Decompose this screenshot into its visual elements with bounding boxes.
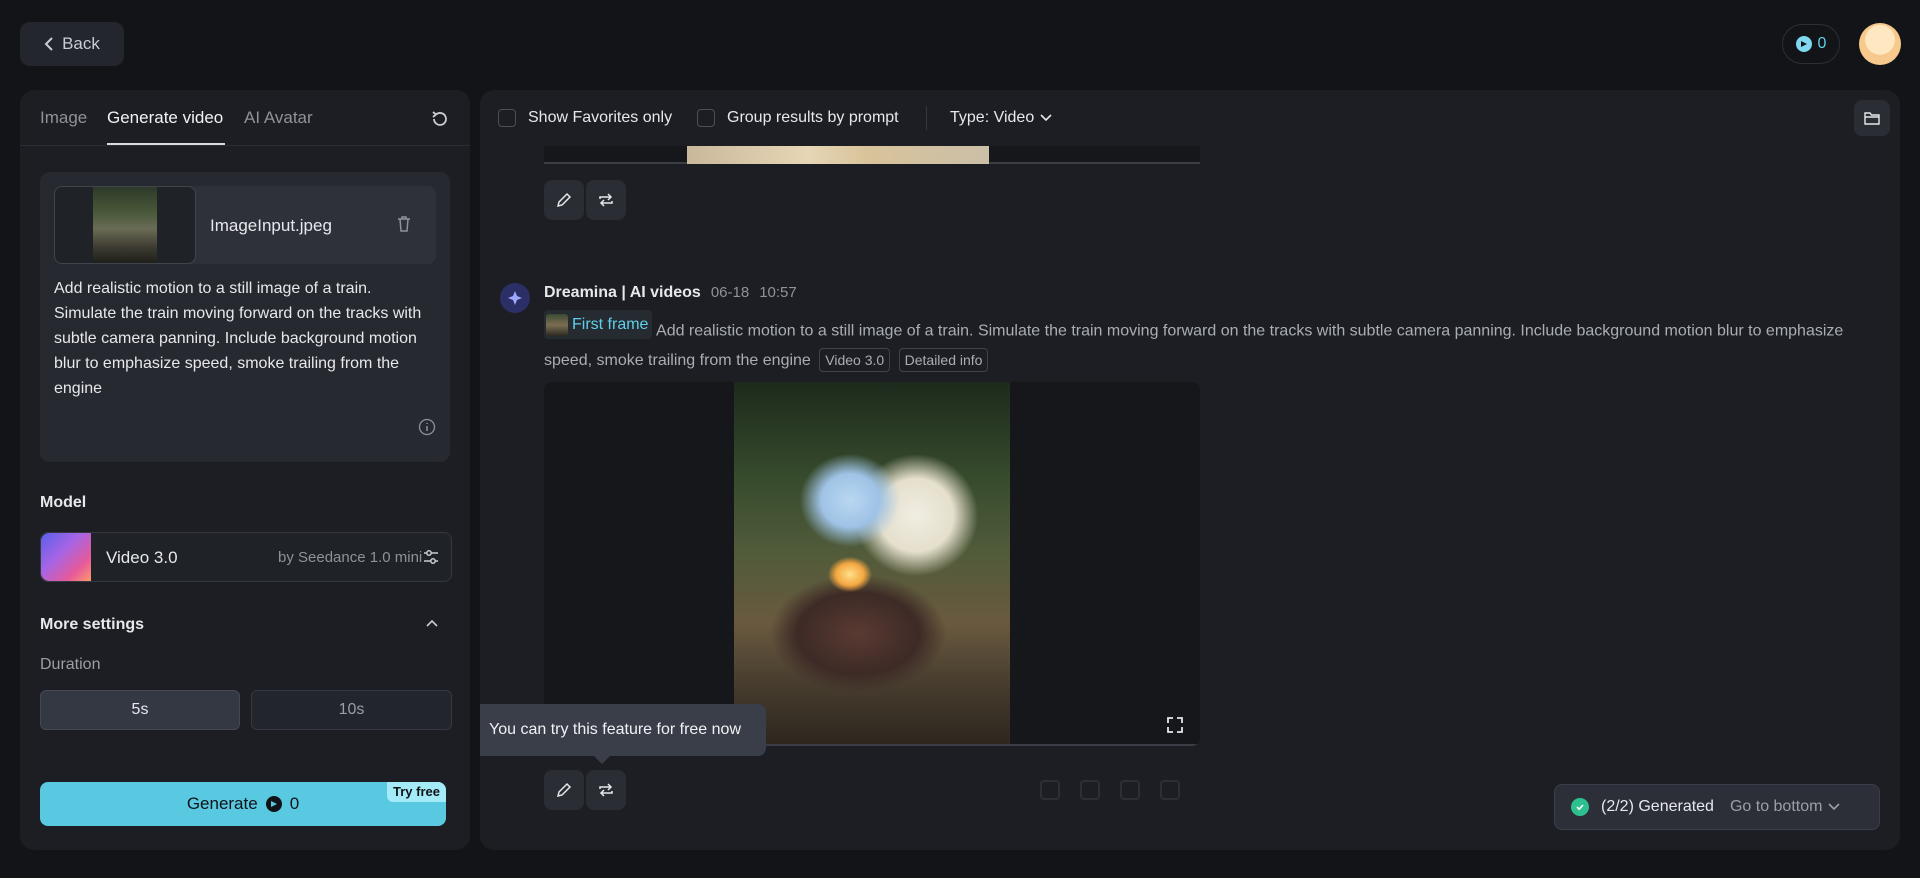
file-name: ImageInput.jpeg [210,216,332,235]
message-sender: Dreamina | AI videos [544,284,701,301]
duration-10s-button[interactable]: 10s [251,690,452,730]
generate-label: Generate [186,794,258,813]
top-bar: Back 0 [0,0,1920,88]
previous-result-image [687,146,989,164]
go-to-bottom-link[interactable]: Go to bottom [1730,798,1841,816]
generate-cost: 0 [289,794,300,813]
previous-result-video[interactable] [544,146,1200,164]
more-settings-toggle[interactable]: More settings [40,616,144,634]
sliders-icon[interactable] [421,547,441,567]
back-label: Back [62,34,100,53]
tab-generate-video[interactable]: Generate video [107,108,223,128]
check-icon [1571,798,1589,816]
favorites-label[interactable]: Show Favorites only [528,109,672,127]
refresh-icon[interactable] [429,108,451,130]
edit-button[interactable] [544,770,584,810]
regenerate-button[interactable] [586,770,626,810]
duration-5s-button[interactable]: 5s [40,690,240,730]
model-thumbnail-icon [41,533,91,581]
fullscreen-icon[interactable] [1166,716,1184,734]
result-video[interactable] [544,382,1200,746]
faded-icon [1160,780,1180,800]
repeat-icon [599,783,613,797]
prompt-input[interactable]: Add realistic motion to a still image of… [54,276,434,401]
chevron-down-icon [1040,114,1052,122]
free-feature-tooltip: You can try this feature for free now [480,704,766,764]
message-header: Dreamina | AI videos 06-18 10:57 [544,284,797,302]
faded-icon [1080,780,1100,800]
chevron-up-icon[interactable] [424,616,440,632]
tab-ai-avatar[interactable]: AI Avatar [244,108,313,128]
credit-icon [265,796,282,812]
mode-tabs: Image Generate video AI Avatar [20,90,470,146]
model-heading: Model [40,494,87,511]
divider [926,106,927,130]
type-dropdown-label: Type: Video [950,109,1035,126]
favorites-checkbox[interactable] [498,109,516,127]
group-label[interactable]: Group results by prompt [727,109,899,127]
folder-button[interactable] [1854,100,1890,136]
credits-badge[interactable]: 0 [1782,24,1840,64]
train-thumbnail-image [93,187,157,263]
model-name: Video 3.0 [106,548,178,567]
chevron-down-icon [1828,803,1841,811]
results-panel: Show Favorites only Group results by pro… [480,90,1900,850]
first-frame-thumbnail [546,313,568,336]
train-video-frame [734,382,1010,746]
image-thumbnail[interactable] [54,186,196,264]
bot-avatar [500,283,530,313]
type-dropdown[interactable]: Type: Video [950,109,1052,127]
folder-icon [1864,112,1880,125]
generation-panel: Image Generate video AI Avatar ImageInpu… [20,90,470,850]
back-button[interactable]: Back [20,22,124,66]
faded-action-icons [1040,780,1180,800]
pencil-icon [556,782,572,798]
prompt-card: ImageInput.jpeg Add realistic motion to … [40,172,450,462]
chevron-left-icon [44,37,53,51]
tab-image[interactable]: Image [40,108,87,128]
generate-button[interactable]: Generate 0 Try free [40,782,446,826]
sparkle-icon [508,291,522,305]
try-free-badge: Try free [387,782,446,802]
model-tag: Video 3.0 [819,347,891,372]
model-provider: by Seedance 1.0 mini [278,549,423,566]
first-frame-label: First frame [572,316,649,333]
filter-bar: Show Favorites only Group results by pro… [480,90,1900,146]
info-icon[interactable] [418,418,436,436]
message-prompt: Add realistic motion to a still image of… [544,322,1844,369]
message-body: First frame Add realistic motion to a st… [544,310,1864,375]
regenerate-button[interactable] [586,180,626,220]
generated-status: (2/2) Generated [1601,798,1714,815]
active-tab-indicator [107,143,225,145]
message-date: 06-18 [710,284,750,301]
credit-icon [1795,36,1812,52]
model-selector[interactable]: Video 3.0 by Seedance 1.0 mini [40,532,452,582]
credits-count: 0 [1817,35,1827,52]
generated-toast[interactable]: (2/2) Generated Go to bottom [1554,784,1880,830]
duration-label: Duration [40,656,101,673]
uploaded-file: ImageInput.jpeg [54,186,436,264]
group-checkbox[interactable] [697,109,715,127]
trash-icon[interactable] [394,214,414,234]
repeat-icon [599,193,613,207]
tooltip-text: You can try this feature for free now [489,721,741,738]
user-avatar[interactable] [1859,23,1901,65]
faded-icon [1120,780,1140,800]
first-frame-chip[interactable]: First frame [544,310,653,339]
tooltip-arrow [594,756,610,764]
go-to-bottom-label: Go to bottom [1729,798,1823,815]
message-time: 10:57 [759,284,797,301]
detailed-info-tag[interactable]: Detailed info [898,347,989,372]
edit-button[interactable] [544,180,584,220]
pencil-icon [556,192,572,208]
faded-icon [1040,780,1060,800]
